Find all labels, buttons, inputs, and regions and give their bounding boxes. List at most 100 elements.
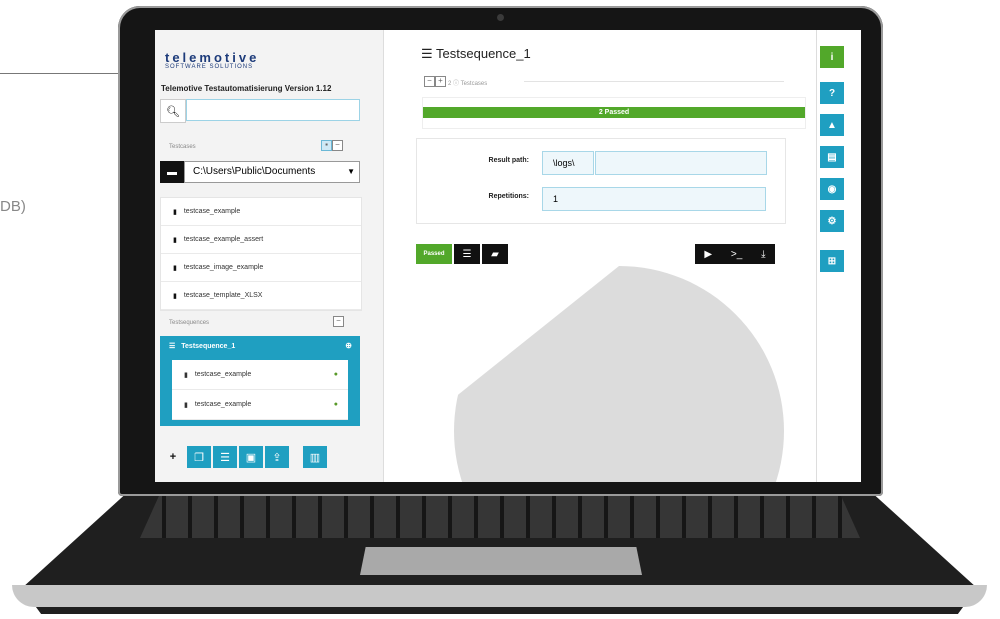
ok-icon: ●: [333, 371, 338, 378]
left-panel: telemotive SOFTWARE SOLUTIONS Telemotive…: [155, 30, 384, 482]
folder-open-icon: ▰: [491, 248, 499, 260]
bottom-toolbar: + ❐ ☰ ▣ ⇪ ▥: [161, 446, 329, 468]
network-button[interactable]: ⊞: [820, 250, 844, 272]
tutorial-button[interactable]: ▲: [820, 114, 844, 136]
list-icon: ☰: [220, 451, 230, 464]
caret-down-icon: ▼: [347, 167, 355, 176]
list-item-label: testcase_template_XLSX: [183, 292, 263, 299]
file-icon: ▮: [173, 236, 177, 244]
network-icon: ⊞: [827, 255, 837, 267]
help-button[interactable]: ?: [820, 82, 844, 104]
callout-text: DB): [0, 198, 26, 215]
right-sidebar: i ? ▲ ▤ ◉ ⚙ ⊞: [816, 30, 861, 482]
camera-icon: [497, 14, 504, 21]
docs-button[interactable]: ▤: [820, 146, 844, 168]
action-row-left: Passed ☰ ▰: [416, 244, 508, 264]
folder-icon: ▬: [167, 166, 177, 178]
list-button[interactable]: ☰: [213, 446, 237, 468]
info-icon: i: [830, 51, 834, 63]
list-item-label: testcase_example: [194, 401, 252, 408]
result-path-input-extension[interactable]: [595, 151, 767, 175]
folder-button[interactable]: ▬: [160, 161, 184, 183]
delete-button[interactable]: ▥: [303, 446, 327, 468]
status-button[interactable]: Passed: [416, 244, 452, 264]
list-item-label: testcase_example: [183, 208, 241, 215]
settings-button[interactable]: ⚙: [820, 210, 844, 232]
download-icon[interactable]: ⤓: [761, 249, 765, 260]
add-button[interactable]: +: [161, 446, 185, 468]
path-value: C:\Users\Public\Documents: [193, 166, 316, 177]
list-item[interactable]: ▮ testcase_example_assert: [161, 226, 361, 254]
list-item[interactable]: ▮ testcase_image_example: [161, 254, 361, 282]
progress-area: 2 Passed: [422, 97, 806, 129]
list-icon: ☰: [462, 248, 472, 260]
app-logo: telemotive: [165, 50, 260, 65]
search-input[interactable]: [186, 99, 360, 121]
cogs-icon: ⚙: [827, 215, 837, 227]
trash-icon: ▥: [309, 451, 321, 464]
book-icon: ▤: [827, 151, 837, 163]
list-item[interactable]: ▮ testcase_example ●: [172, 390, 348, 420]
plus-icon: +: [169, 451, 177, 463]
save-icon: ▣: [245, 451, 257, 464]
plus-icon[interactable]: +: [435, 76, 446, 87]
info-button[interactable]: i: [820, 46, 844, 68]
play-icon[interactable]: ▶: [704, 249, 712, 260]
list-item-label: testcase_example_assert: [183, 236, 264, 243]
page-title: ☰ Testsequence_1: [421, 46, 531, 62]
file-icon: ▮: [173, 208, 177, 216]
web-button[interactable]: ◉: [820, 178, 844, 200]
sequence-items: ▮ testcase_example ● ▮ testcase_example ●: [172, 360, 348, 420]
upload-button[interactable]: ⇪: [265, 446, 289, 468]
list-item[interactable]: ▮ testcase_example ●: [172, 360, 348, 390]
action-row-right: ▶ >_ ⤓: [695, 244, 775, 264]
repetitions-input[interactable]: 1: [542, 187, 766, 211]
list-item-label: testcase_example: [194, 371, 252, 378]
file-icon: ▮: [184, 401, 188, 409]
copy-icon: ❐: [194, 451, 204, 464]
app-logo-sub: SOFTWARE SOLUTIONS: [165, 64, 254, 70]
page-title-text: Testsequence_1: [436, 46, 531, 61]
minus-icon[interactable]: −: [424, 76, 435, 87]
result-path-label: Result path:: [488, 157, 529, 164]
file-icon: ▮: [173, 292, 177, 300]
copy-button[interactable]: ❐: [187, 446, 211, 468]
laptop-screen: telemotive SOFTWARE SOLUTIONS Telemotive…: [155, 30, 861, 482]
list-item[interactable]: ▮ testcase_example: [161, 198, 361, 226]
path-select[interactable]: C:\Users\Public\Documents ▼: [184, 161, 360, 183]
sequence-header[interactable]: ☰ Testsequence_1 ⊕: [160, 336, 360, 356]
search-icon: 🔍︎: [166, 105, 180, 118]
result-path-input[interactable]: \logs\: [542, 151, 594, 175]
collapse-icon[interactable]: −: [333, 316, 344, 327]
main-panel: ☰ Testsequence_1 − + 2 ⓘ Testcases 2 Pas…: [384, 30, 814, 482]
image-icon[interactable]: ▪: [321, 140, 332, 151]
list-icon: ☰: [421, 46, 437, 61]
add-icon[interactable]: ⊕: [345, 341, 352, 350]
list-item[interactable]: ▮ testcase_template_XLSX: [161, 282, 361, 310]
repetitions-label: Repetitions:: [488, 193, 529, 200]
testcase-list: ▮ testcase_example ▮ testcase_example_asse…: [160, 197, 362, 311]
divider: [524, 81, 784, 82]
sequence-label: Testsequence_1: [181, 342, 236, 350]
sequence-panel: ☰ Testsequence_1 ⊕ ▮ testcase_example ● ▮ t…: [160, 336, 360, 426]
search-row: 🔍︎: [160, 99, 360, 123]
open-folder-button[interactable]: ▰: [482, 244, 508, 264]
minus-icon[interactable]: −: [332, 140, 343, 151]
list-item-label: testcase_image_example: [183, 264, 264, 271]
graduation-icon: ▲: [827, 119, 837, 131]
testcase-count: 2 ⓘ Testcases: [448, 81, 488, 87]
file-icon: ▮: [173, 264, 177, 272]
search-button[interactable]: 🔍︎: [160, 99, 186, 123]
background-graphic: [454, 266, 784, 482]
settings-form: Result path: \logs\ Repetitions: 1: [416, 138, 786, 224]
help-icon: ?: [828, 87, 836, 99]
path-row: ▬ C:\Users\Public\Documents ▼: [160, 161, 360, 183]
testcases-label: Testcases: [169, 144, 196, 150]
terminal-icon[interactable]: >_: [731, 249, 742, 260]
list-view-button[interactable]: ☰: [454, 244, 480, 264]
globe-icon: ◉: [827, 183, 837, 195]
laptop-trackpad: [360, 547, 642, 575]
version-label: Telemotive Testautomatisierung Version 1…: [161, 84, 332, 93]
laptop-keyboard: [140, 490, 860, 538]
save-button[interactable]: ▣: [239, 446, 263, 468]
